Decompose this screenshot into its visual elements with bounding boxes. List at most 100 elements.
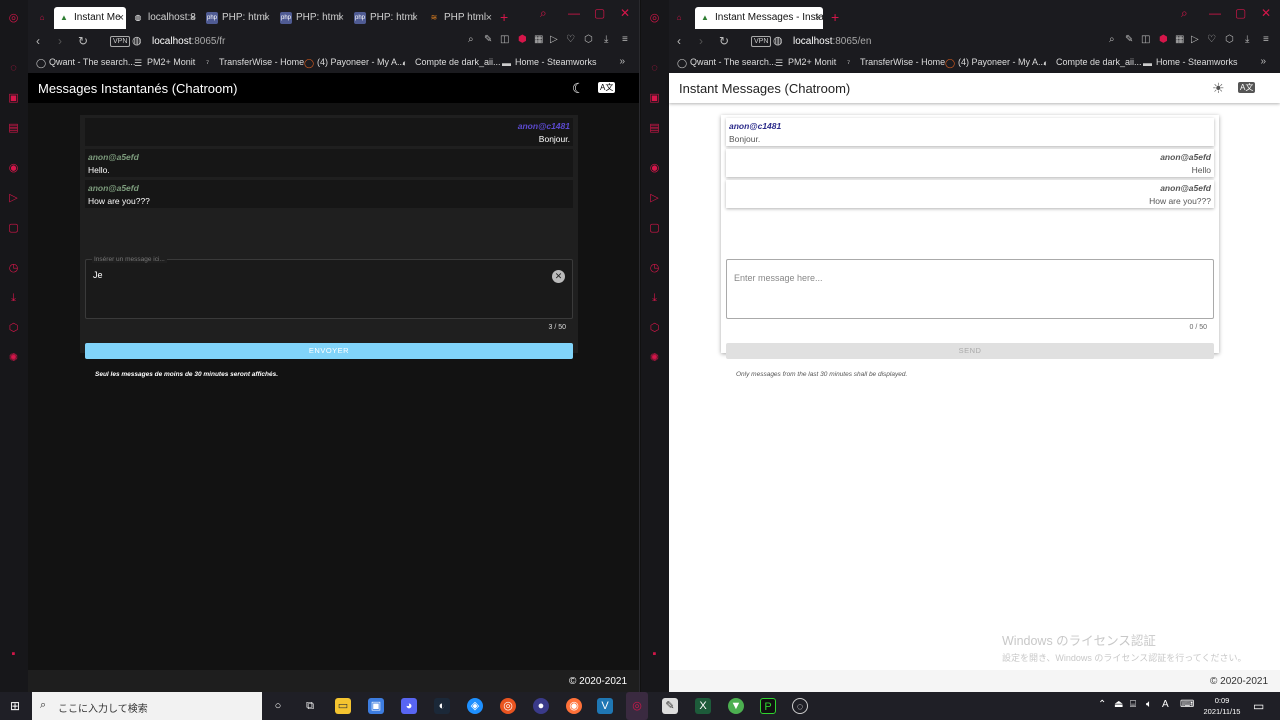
sidebar-messenger-icon[interactable]: ◌ bbox=[648, 62, 661, 75]
forward-icon[interactable]: › bbox=[58, 34, 62, 48]
search-page-icon[interactable]: ⌕ bbox=[468, 34, 474, 45]
tab-instant-messages[interactable]: ▲ Instant Me × bbox=[54, 7, 126, 29]
adblock-icon[interactable]: ⬢ bbox=[1159, 34, 1168, 45]
bookmark-pm2[interactable]: ☰ PM2+ Monit bbox=[775, 57, 836, 68]
sidebar-download-icon[interactable]: ⤓ bbox=[648, 292, 661, 305]
sidebar-more-icon[interactable]: ▪ bbox=[648, 648, 661, 661]
discord-icon[interactable]: ◕ bbox=[401, 698, 417, 714]
tray-usb-icon[interactable]: ⏏ bbox=[1114, 699, 1123, 710]
app-circle-icon[interactable]: ◌ bbox=[792, 698, 808, 714]
tab-php-2[interactable]: php PHP: html × bbox=[276, 7, 346, 29]
sidebar-wallet-icon[interactable]: ▢ bbox=[7, 222, 20, 235]
url-field[interactable]: localhost:8065/en bbox=[793, 36, 871, 47]
bookmark-payoneer[interactable]: ◯ (4) Payoneer - My A... bbox=[945, 57, 1046, 68]
heart-icon[interactable]: ♡ bbox=[1207, 34, 1216, 45]
close-window-icon[interactable]: ✕ bbox=[620, 6, 630, 20]
vim-icon[interactable]: V bbox=[597, 698, 613, 714]
sidebar-twitch-icon[interactable]: ▤ bbox=[648, 122, 661, 135]
new-tab-icon[interactable]: + bbox=[831, 9, 839, 25]
opera-taskbar-icon[interactable]: ◎ bbox=[626, 692, 648, 720]
url-field[interactable]: localhost:8065/fr bbox=[152, 36, 225, 47]
search-tabs-icon[interactable]: ⌕ bbox=[1181, 6, 1188, 21]
extensions-icon[interactable]: ⬡ bbox=[1225, 34, 1234, 45]
translate-icon[interactable]: A文 bbox=[1238, 82, 1256, 93]
new-tab-icon[interactable]: + bbox=[500, 9, 508, 25]
moon-icon[interactable]: ☾ bbox=[572, 80, 585, 97]
opera-logo-icon[interactable]: ◎ bbox=[648, 12, 661, 25]
flow-icon[interactable]: ▷ bbox=[1191, 34, 1199, 45]
maximize-icon[interactable]: ▢ bbox=[594, 6, 605, 20]
back-icon[interactable]: ‹ bbox=[36, 34, 40, 48]
sidebar-history-icon[interactable]: ◷ bbox=[648, 262, 661, 275]
pinboard-icon[interactable]: ▦ bbox=[1175, 34, 1184, 45]
send-button[interactable]: SEND bbox=[726, 343, 1214, 359]
sidebar-bag-icon[interactable]: ▣ bbox=[648, 92, 661, 105]
reload-icon[interactable]: ↻ bbox=[719, 34, 729, 48]
tray-network-icon[interactable]: ⌸ bbox=[1130, 699, 1136, 710]
sidebar-more-icon[interactable]: ▪ bbox=[7, 648, 20, 661]
tab-gamepad-icon[interactable]: ⌂ bbox=[32, 7, 52, 29]
sun-icon[interactable]: ☀ bbox=[1212, 80, 1225, 97]
bookmark-steam[interactable]: ◐ Compte de dark_aii... bbox=[1043, 57, 1142, 68]
menu-icon[interactable]: ≡ bbox=[1263, 34, 1269, 45]
taskbar-clock[interactable]: 0:09 2021/11/15 bbox=[1200, 695, 1244, 717]
firefox-icon[interactable]: ◉ bbox=[566, 698, 582, 714]
tray-volume-icon[interactable]: 🔈︎ bbox=[1146, 699, 1152, 710]
bookmark-payoneer[interactable]: ◯ (4) Payoneer - My A... bbox=[304, 57, 405, 68]
ubuntu-icon[interactable]: ◎ bbox=[500, 698, 516, 714]
sidebar-settings-icon[interactable]: ✺ bbox=[7, 352, 20, 365]
tray-chevron-icon[interactable]: ⌃ bbox=[1098, 699, 1106, 710]
search-tabs-icon[interactable]: ⌕ bbox=[540, 6, 547, 21]
edit-icon[interactable]: ✎ bbox=[484, 34, 492, 45]
tab-localhost[interactable]: ◍ localhost:8 × bbox=[128, 7, 198, 29]
opera-logo-icon[interactable]: ◎ bbox=[7, 12, 20, 25]
sidebar-settings-icon[interactable]: ✺ bbox=[648, 352, 661, 365]
bookmark-steamworks[interactable]: ▬ Home - Steamworks bbox=[502, 57, 597, 68]
tab-php-3[interactable]: php PHP: html × bbox=[350, 7, 420, 29]
extensions-icon[interactable]: ⬡ bbox=[584, 34, 593, 45]
snapshot-icon[interactable]: ◫ bbox=[500, 34, 509, 45]
vpn-badge[interactable]: VPN bbox=[751, 36, 772, 47]
clear-input-icon[interactable]: ✕ bbox=[552, 270, 565, 283]
minimize-icon[interactable]: — bbox=[568, 6, 580, 20]
sidebar-twitch-icon[interactable]: ▤ bbox=[7, 122, 20, 135]
tab-close-icon[interactable]: × bbox=[338, 7, 344, 29]
app-icon[interactable]: ◈ bbox=[467, 698, 483, 714]
tab-close-icon[interactable]: × bbox=[118, 7, 124, 29]
tray-ime-icon[interactable]: A bbox=[1162, 699, 1169, 710]
menu-icon[interactable]: ≡ bbox=[622, 34, 628, 45]
sidebar-wallet-icon[interactable]: ▢ bbox=[648, 222, 661, 235]
notification-icon[interactable]: ▭ bbox=[1253, 699, 1264, 713]
sidebar-download-icon[interactable]: ⤓ bbox=[7, 292, 20, 305]
flow-icon[interactable]: ▷ bbox=[550, 34, 558, 45]
tab-instant-messages[interactable]: ▲ Instant Messages - Instant × bbox=[695, 7, 823, 29]
steam-icon[interactable]: ◐ bbox=[434, 698, 450, 714]
tab-gamepad-icon[interactable]: ⌂ bbox=[669, 7, 689, 29]
minimize-icon[interactable]: — bbox=[1209, 6, 1221, 20]
vue-icon[interactable]: ▼ bbox=[728, 698, 744, 714]
tab-close-icon[interactable]: × bbox=[815, 7, 821, 29]
bookmark-transferwise[interactable]: ⁷ TransferWise - Home bbox=[206, 57, 304, 68]
sidebar-history-icon[interactable]: ◷ bbox=[7, 262, 20, 275]
translate-icon[interactable]: A文 bbox=[598, 82, 616, 93]
sidebar-send-icon[interactable]: ▷ bbox=[648, 192, 661, 205]
paint-icon[interactable]: ✎ bbox=[662, 698, 678, 714]
site-info-icon[interactable]: ◍ bbox=[773, 34, 783, 47]
tray-keyboard-icon[interactable]: ⌨ bbox=[1180, 699, 1194, 710]
store-icon[interactable]: ▣ bbox=[368, 698, 384, 714]
tab-php-1[interactable]: php PHP: html × bbox=[202, 7, 272, 29]
pycharm-icon[interactable]: P bbox=[760, 698, 776, 714]
windows-start-icon[interactable]: ⊞ bbox=[10, 699, 20, 713]
bookmark-steam[interactable]: ◐ Compte de dark_aii... bbox=[402, 57, 501, 68]
bookmarks-more-icon[interactable]: » bbox=[619, 56, 625, 67]
pinboard-icon[interactable]: ▦ bbox=[534, 34, 543, 45]
maximize-icon[interactable]: ▢ bbox=[1235, 6, 1246, 20]
xming-icon[interactable]: X bbox=[695, 698, 711, 714]
close-window-icon[interactable]: ✕ bbox=[1261, 6, 1271, 20]
bookmark-transferwise[interactable]: ⁷ TransferWise - Home bbox=[847, 57, 945, 68]
vpn-badge[interactable]: VPN bbox=[110, 36, 131, 47]
message-input[interactable]: Enter message here... bbox=[726, 259, 1214, 319]
sidebar-box-icon[interactable]: ⬡ bbox=[7, 322, 20, 335]
message-input[interactable]: Insérer un message ici... Je ✕ bbox=[85, 256, 573, 319]
tab-php-4[interactable]: ≋ PHP html × bbox=[424, 7, 494, 29]
